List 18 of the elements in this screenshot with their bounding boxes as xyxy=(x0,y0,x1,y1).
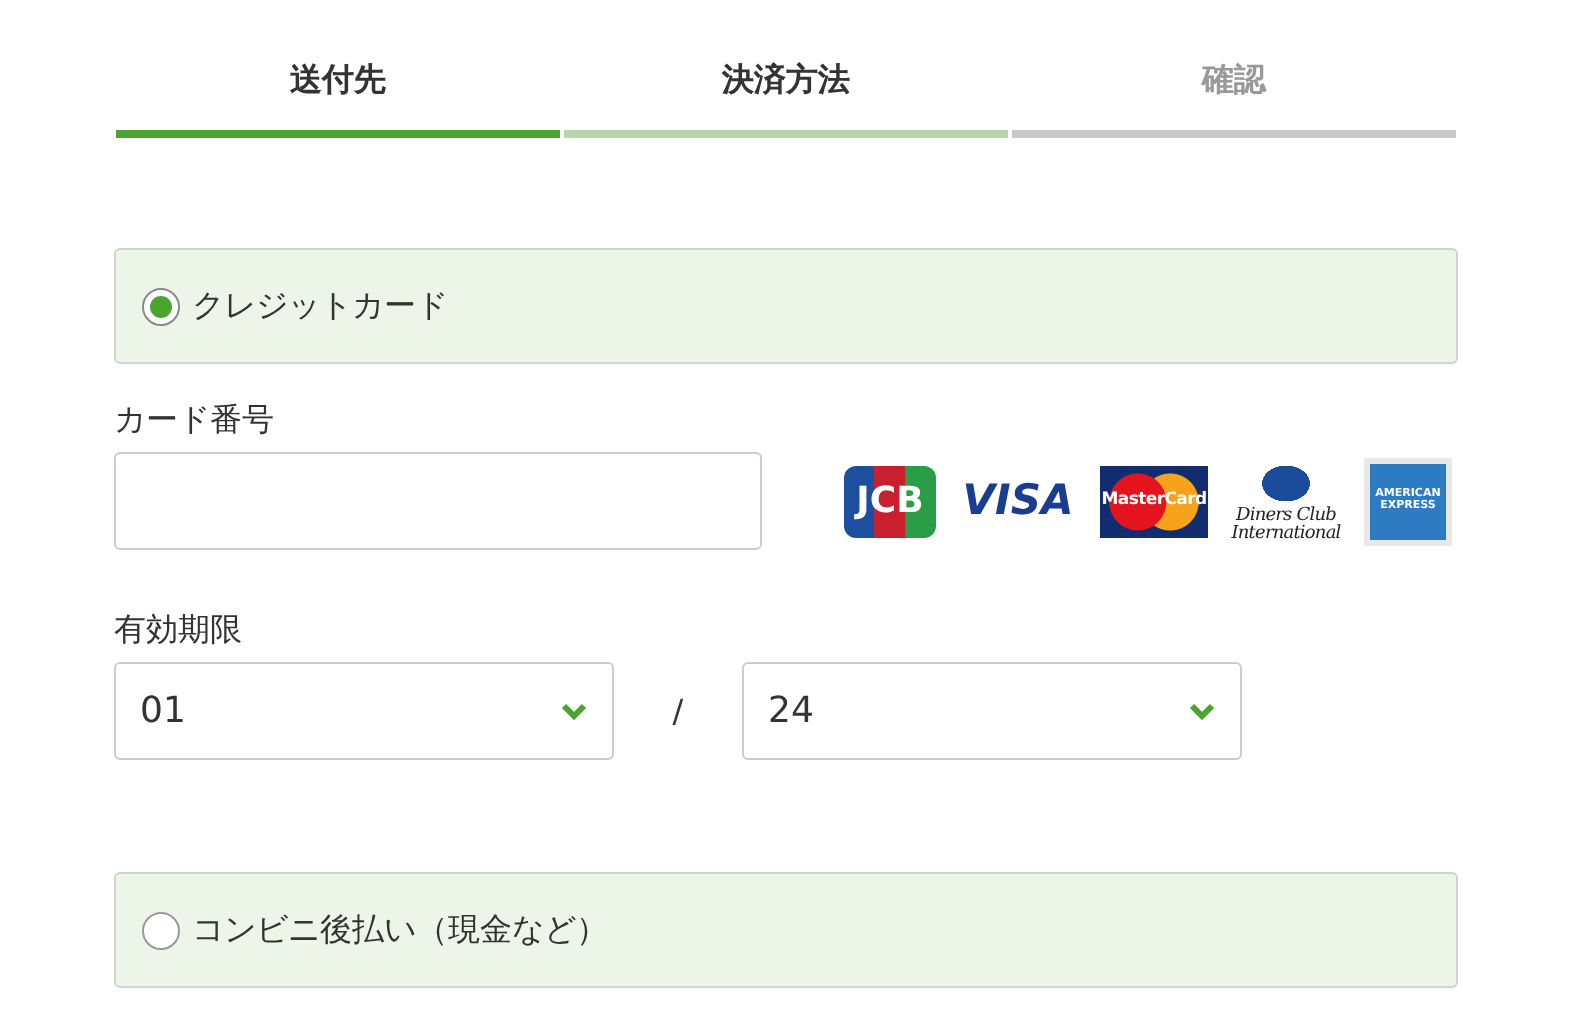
option-label: クレジットカード xyxy=(192,284,448,328)
payment-option[interactable]: クレジットカード xyxy=(114,248,1458,364)
step-label: 確認 xyxy=(1199,58,1269,102)
payment-option[interactable]: コンビニ後払い（現金など） xyxy=(114,872,1458,988)
card-brand-logo: VISA xyxy=(960,474,1076,528)
option-label: コンビニ後払い（現金など） xyxy=(192,908,608,952)
field-label: カード番号 xyxy=(114,398,274,442)
field-label: 有効期限 xyxy=(114,608,242,652)
separator: / xyxy=(670,689,686,733)
month-select[interactable]: 01 xyxy=(114,662,614,760)
step-label: 送付先 xyxy=(288,58,388,102)
radio-button[interactable] xyxy=(142,287,180,325)
card-number-field[interactable] xyxy=(114,452,762,550)
radio-button[interactable] xyxy=(142,911,180,949)
chevron-down-icon xyxy=(1188,701,1216,721)
step-label: 決済方法 xyxy=(720,58,852,102)
chevron-down-icon xyxy=(560,701,588,721)
year-select[interactable]: 24 xyxy=(742,662,1242,760)
